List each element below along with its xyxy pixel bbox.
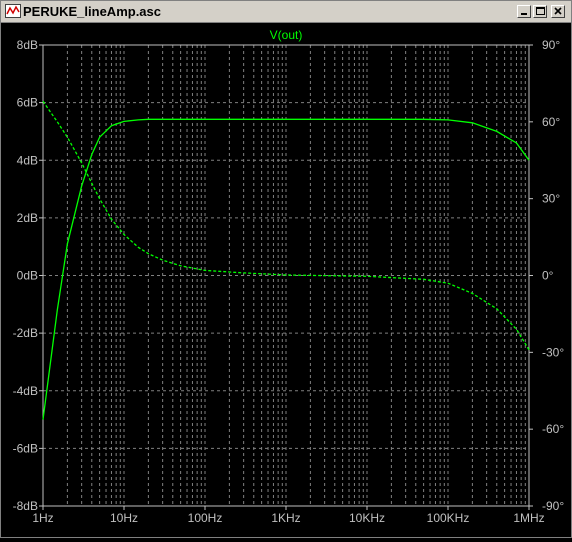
y-right-tick-label: 30°: [542, 192, 560, 206]
minimize-button[interactable]: [517, 5, 531, 18]
x-tick-label: 10Hz: [110, 511, 138, 525]
y-right-tick-label: 90°: [542, 38, 560, 52]
y-right-tick-label: 0°: [542, 269, 554, 283]
y-left-tick-label: -2dB: [13, 326, 38, 340]
y-right-tick-label: -30°: [542, 345, 564, 359]
maximize-button[interactable]: [533, 5, 547, 18]
y-left-tick-label: 4dB: [17, 153, 38, 167]
y-left-tick-label: -4dB: [13, 384, 38, 398]
plot-area[interactable]: 8dB 6dB 4dB 2dB 0dB -2dB -4dB -6dB -8dB 90° 60° 30°…: [1, 23, 571, 537]
minimize-icon: [521, 13, 527, 15]
y-left-tick-label: 8dB: [17, 38, 38, 52]
chart-title[interactable]: V(out): [270, 28, 303, 42]
maximize-icon: [536, 7, 545, 15]
plot-window: PERUKE_lineAmp.asc 8dB 6dB 4dB 2dB 0dB -2dB -4…: [0, 0, 572, 538]
y-left-tick-label: 2dB: [17, 211, 38, 225]
title-bar[interactable]: PERUKE_lineAmp.asc: [1, 1, 571, 23]
y-right-tick-label: -90°: [542, 499, 564, 513]
y-left-tick-label: 0dB: [17, 269, 38, 283]
axis-ticks: 8dB6dB4dB2dB0dB-2dB-4dB-6dB-8dB90°60°30°…: [13, 38, 565, 525]
y-left-tick-label: 6dB: [17, 96, 38, 110]
y-left-tick-label: -6dB: [13, 441, 38, 455]
close-button[interactable]: [551, 5, 565, 18]
x-tick-label: 100KHz: [427, 511, 470, 525]
x-tick-label: 10KHz: [349, 511, 385, 525]
x-tick-label: 1MHz: [513, 511, 544, 525]
close-icon: [554, 7, 562, 15]
y-right-tick-label: -60°: [542, 422, 564, 436]
waveform-app-icon: [5, 4, 21, 18]
x-tick-label: 1Hz: [32, 511, 53, 525]
y-right-tick-label: 60°: [542, 115, 560, 129]
x-tick-label: 1KHz: [271, 511, 300, 525]
x-tick-label: 100Hz: [188, 511, 223, 525]
window-title: PERUKE_lineAmp.asc: [23, 4, 161, 19]
bode-chart[interactable]: 8dB6dB4dB2dB0dB-2dB-4dB-6dB-8dB90°60°30°…: [1, 23, 571, 537]
